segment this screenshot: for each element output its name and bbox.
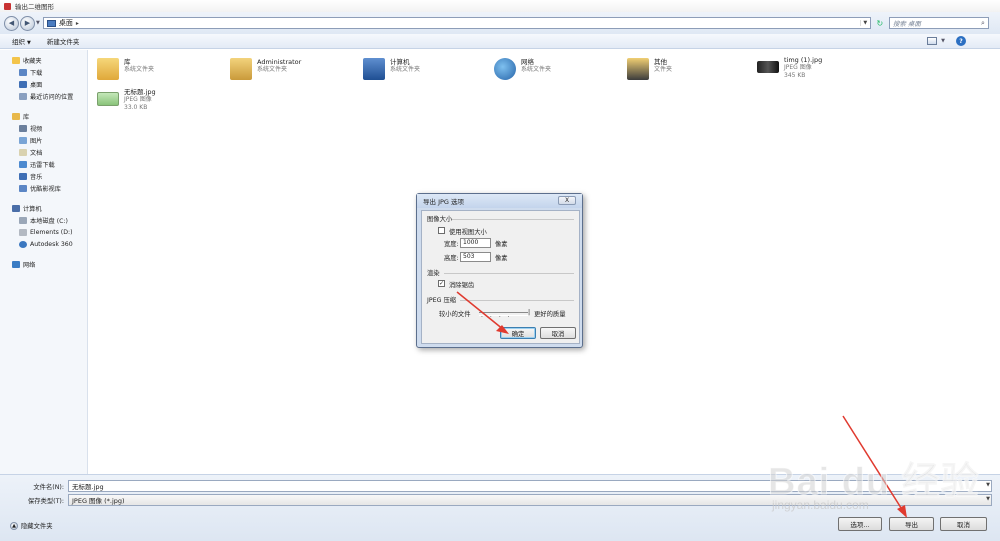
arrow-to-ok-head <box>496 325 509 334</box>
arrow-to-ok-line <box>456 291 505 331</box>
watermark-url: jingyan.baidu.com <box>772 498 869 512</box>
baidu-watermark: Bai du 经验 jingyan.baidu.com <box>768 450 980 513</box>
watermark-logo: Bai du 经验 <box>768 461 980 504</box>
arrow-to-export-head <box>897 505 907 518</box>
